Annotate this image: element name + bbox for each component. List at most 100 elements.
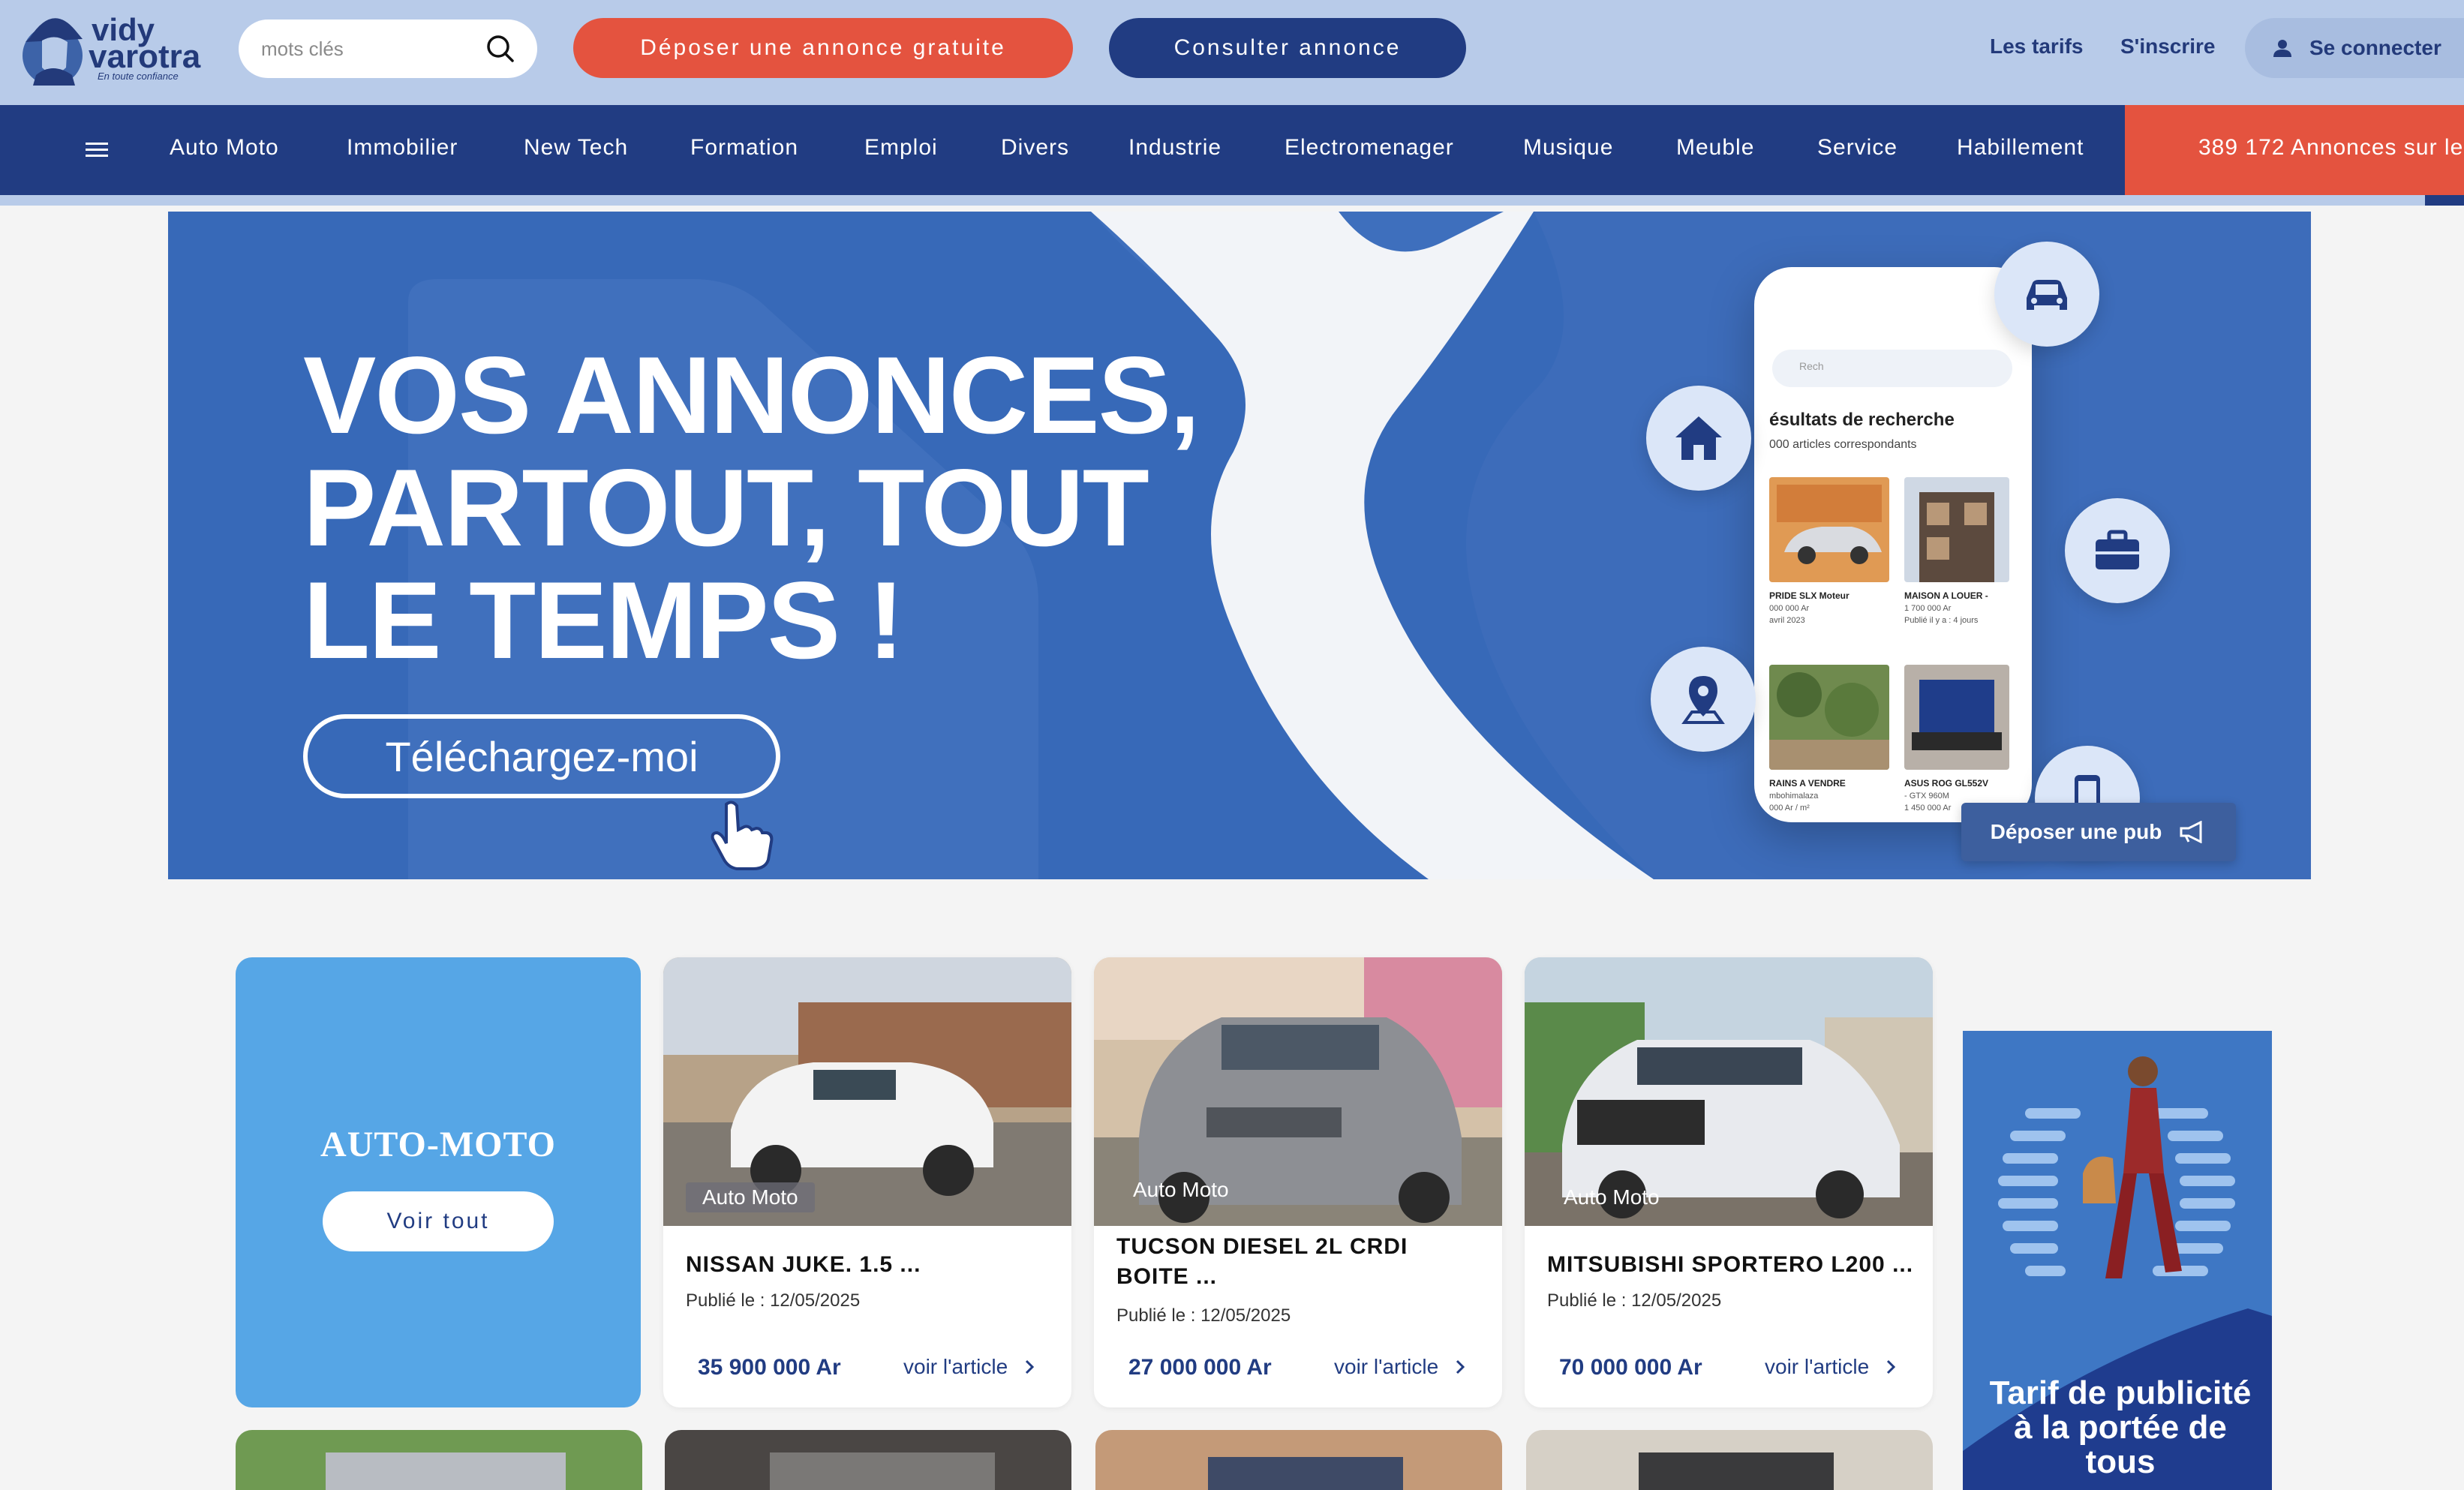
phone-item1-date: avril 2023 [1769, 616, 1805, 625]
post-ad-pub-label: Déposer une pub [1990, 820, 2162, 843]
view-article-link[interactable]: voir l'article [1334, 1355, 1465, 1379]
user-icon [2273, 40, 2291, 57]
phone-mockup: Rech ésultats de recherche 000 articles … [1754, 267, 2032, 822]
hero-banner[interactable]: VOS ANNONCES, PARTOUT, TOUT LE TEMPS ! T… [168, 212, 2311, 879]
post-ad-pub-button[interactable]: Déposer une pub [1961, 803, 2236, 861]
logo-tagline: En toute confiance [98, 71, 179, 82]
view-article-label: voir l'article [1334, 1355, 1439, 1378]
listing-card[interactable]: Auto Moto MITSUBISHI SPORTERO L200 ... P… [1525, 957, 1933, 1407]
pointer-hand-icon [711, 801, 774, 870]
search-input[interactable] [261, 20, 479, 78]
listing-title[interactable]: TUCSON DIESEL 2L CRDI BOITE ... [1116, 1232, 1484, 1292]
category-title: AUTO-MOTO [320, 1125, 556, 1164]
phone-item2-price: 1 700 000 Ar [1904, 604, 1952, 613]
listing-title[interactable]: NISSAN JUKE. 1.5 ... [686, 1250, 1053, 1280]
home-icon [1675, 416, 1722, 460]
nav-item-new-tech[interactable]: New Tech [524, 135, 628, 161]
nav-item-auto-moto[interactable]: Auto Moto [170, 135, 279, 161]
logo-text-varotra: varotra [89, 38, 201, 75]
nav-item-formation[interactable]: Formation [690, 135, 798, 161]
banner-headline: VOS ANNONCES, PARTOUT, TOUT LE TEMPS ! [303, 334, 1200, 681]
category-card-auto-moto: AUTO-MOTO Voir tout [236, 957, 641, 1407]
listing-category-tag: Auto Moto [1133, 1178, 1229, 1201]
car-bubble [1994, 242, 2099, 347]
nav-item-immobilier[interactable]: Immobilier [347, 135, 458, 161]
listing-price: 35 900 000 Ar [698, 1355, 841, 1380]
top-header: vidy varotra En toute confiance Déposer … [0, 0, 2464, 105]
briefcase-bubble [2065, 498, 2170, 603]
phone-search-text: Rech [1799, 360, 1824, 372]
listing-price: 27 000 000 Ar [1128, 1355, 1272, 1380]
nav-item-emploi[interactable]: Emploi [864, 135, 938, 161]
listing-card-partial[interactable] [1095, 1430, 1502, 1490]
listing-card[interactable]: Auto Moto NISSAN JUKE. 1.5 ... Publié le… [663, 957, 1071, 1407]
phone-item1-price: 000 000 Ar [1769, 604, 1810, 613]
pricing-link[interactable]: Les tarifs [1990, 35, 2084, 59]
listing-title[interactable]: MITSUBISHI SPORTERO L200 ... [1547, 1250, 1915, 1280]
nav-item-musique[interactable]: Musique [1523, 135, 1613, 161]
view-article-link[interactable]: voir l'article [903, 1355, 1035, 1379]
search-box [239, 20, 537, 78]
phone-thumb-laptop [1904, 665, 2009, 770]
chevron-right-icon [1456, 1359, 1465, 1374]
nav-item-meuble[interactable]: Meuble [1676, 135, 1754, 161]
banner-headline-line2: PARTOUT, TOUT [303, 446, 1149, 569]
banner-headline-line1: VOS ANNONCES, [303, 334, 1200, 456]
phone-item3-location: mbohimalaza [1769, 792, 1819, 801]
nav-item-service[interactable]: Service [1817, 135, 1898, 161]
chevron-right-icon [1026, 1359, 1035, 1374]
listing-date: Publié le : 12/05/2025 [1116, 1305, 1291, 1326]
nav-item-electromenager[interactable]: Electromenager [1285, 135, 1454, 161]
view-all-button[interactable]: Voir tout [323, 1191, 554, 1251]
download-app-button[interactable]: Téléchargez-moi [303, 714, 780, 798]
login-label: Se connecter [2309, 36, 2441, 59]
phone-results-title: ésultats de recherche [1769, 410, 1955, 430]
listing-card-partial[interactable] [665, 1430, 1071, 1490]
listing-card-partial[interactable] [1526, 1430, 1933, 1490]
location-pin-icon [1681, 676, 1725, 724]
listing-card-partial[interactable] [236, 1430, 642, 1490]
login-button[interactable]: Se connecter [2245, 18, 2464, 78]
banner-headline-line3: LE TEMPS ! [303, 559, 904, 681]
phone-item2-date: Publié il y a : 4 jours [1904, 616, 1979, 625]
category-nav: Auto Moto Immobilier New Tech Formation … [0, 105, 2464, 195]
pricing-ad-banner[interactable]: Tarif de publicité à la portée de tous [1963, 1031, 2272, 1490]
megaphone-icon [2180, 821, 2202, 843]
listing-card[interactable]: Auto Moto TUCSON DIESEL 2L CRDI BOITE ..… [1094, 957, 1502, 1407]
phone-item1-title: PRIDE SLX Moteur [1769, 590, 1850, 601]
home-bubble [1646, 386, 1751, 491]
phone-item4-price: 1 450 000 Ar [1904, 804, 1952, 813]
view-article-label: voir l'article [1765, 1355, 1870, 1378]
view-article-label: voir l'article [903, 1355, 1008, 1378]
browse-ads-button[interactable]: Consulter annonce [1109, 18, 1466, 78]
nav-item-habillement[interactable]: Habillement [1957, 135, 2084, 161]
listing-category-tag: Auto Moto [1564, 1185, 1660, 1209]
nav-divider-end [2425, 195, 2464, 206]
car-icon [2027, 280, 2067, 310]
listing-date: Publié le : 12/05/2025 [686, 1290, 861, 1311]
listing-category-tag: Auto Moto [686, 1182, 815, 1212]
phone-item4-sub: - GTX 960M [1904, 792, 1949, 801]
site-logo[interactable]: vidy varotra En toute confiance [20, 8, 200, 86]
phone-thumb-land [1769, 665, 1889, 770]
phone-item2-title: MAISON A LOUER - [1904, 590, 1988, 601]
phone-item3-price: 000 Ar / m² [1769, 804, 1810, 813]
ad-count-banner: 389 172 Annonces sur le [2125, 105, 2464, 195]
phone-thumb-car [1769, 477, 1889, 582]
hamburger-menu-icon[interactable] [86, 141, 110, 159]
phone-item3-title: RAINS A VENDRE [1769, 778, 1846, 789]
location-bubble [1651, 647, 1756, 752]
view-article-link[interactable]: voir l'article [1765, 1355, 1896, 1379]
search-icon[interactable] [486, 35, 515, 63]
ad-text: Tarif de publicité à la portée de tous [1989, 1374, 2252, 1480]
chevron-right-icon [1887, 1359, 1896, 1374]
phone-item4-title: ASUS ROG GL552V [1904, 778, 1989, 789]
listing-date: Publié le : 12/05/2025 [1547, 1290, 1722, 1311]
signup-link[interactable]: S'inscrire [2120, 35, 2216, 59]
phone-results-count: 000 articles correspondants [1769, 438, 1917, 451]
nav-item-divers[interactable]: Divers [1001, 135, 1069, 161]
nav-divider [0, 195, 2464, 206]
listing-price: 70 000 000 Ar [1559, 1355, 1702, 1380]
post-free-ad-button[interactable]: Déposer une annonce gratuite [573, 18, 1073, 78]
nav-item-industrie[interactable]: Industrie [1128, 135, 1221, 161]
